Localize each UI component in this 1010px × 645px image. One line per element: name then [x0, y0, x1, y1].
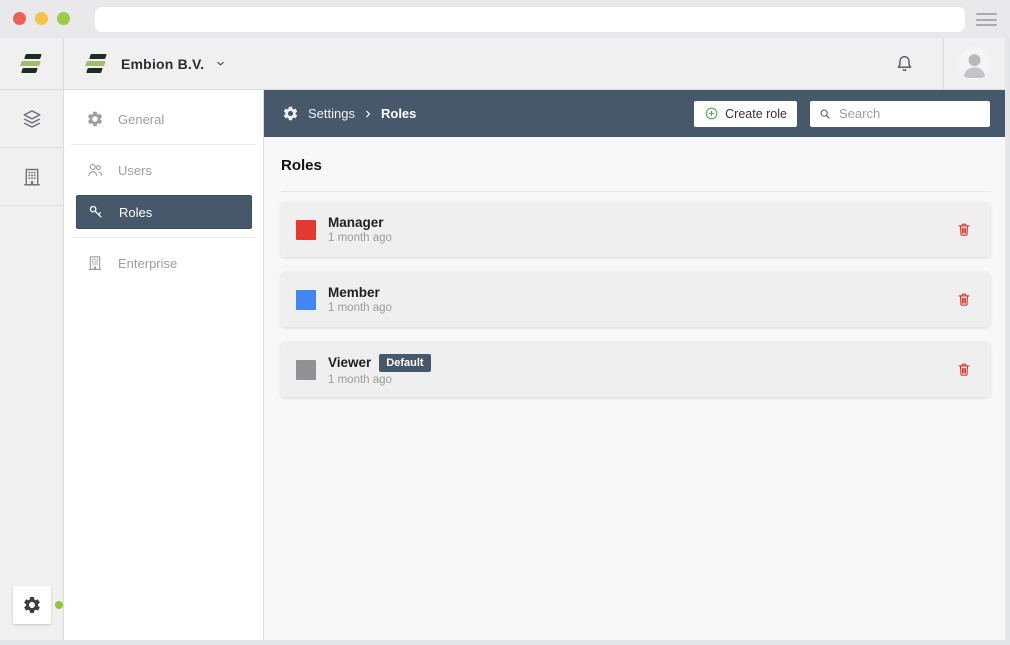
role-row-manager[interactable]: Manager 1 month ago — [281, 202, 990, 257]
notifications-button[interactable] — [894, 53, 915, 74]
close-window-button[interactable] — [13, 12, 26, 25]
sidebar-item-label: Roles — [119, 205, 152, 220]
rail-settings-button[interactable] — [13, 586, 51, 624]
role-name: Manager — [328, 215, 384, 230]
building-icon — [21, 166, 43, 188]
layers-icon — [21, 108, 43, 130]
building-icon — [86, 254, 104, 272]
gear-icon — [22, 595, 42, 615]
page-title: Roles — [281, 157, 990, 174]
sidebar-item-enterprise[interactable]: Enterprise — [76, 246, 252, 280]
chevron-right-icon — [363, 109, 373, 119]
roles-content: Roles Manager 1 month ago — [264, 137, 1005, 412]
role-color-swatch — [296, 290, 316, 310]
settings-sidebar: General Users Roles Enterprise — [64, 90, 264, 640]
role-age: 1 month ago — [328, 374, 431, 386]
sidebar-item-label: Enterprise — [118, 256, 177, 271]
main-area: Settings Roles Create role Roles — [264, 90, 1005, 640]
sidebar-item-users[interactable]: Users — [76, 153, 252, 187]
role-name: Viewer — [328, 355, 371, 370]
plus-circle-icon — [704, 106, 719, 121]
window-controls — [13, 12, 70, 25]
breadcrumb-bar: Settings Roles Create role — [264, 90, 1005, 137]
embion-logo-icon — [84, 54, 110, 73]
gear-icon — [86, 110, 104, 128]
url-bar[interactable] — [95, 7, 965, 32]
chevron-down-icon — [215, 58, 226, 69]
app-logo-cell[interactable] — [0, 38, 64, 89]
avatar[interactable] — [958, 47, 991, 80]
title-divider — [281, 191, 990, 192]
app-header: Embion B.V. — [0, 38, 1005, 90]
embion-logo-icon — [19, 54, 45, 73]
create-role-label: Create role — [725, 107, 787, 121]
sidebar-divider — [71, 144, 256, 145]
create-role-button[interactable]: Create role — [694, 101, 797, 127]
search-box — [810, 101, 990, 127]
role-row-viewer[interactable]: Viewer Default 1 month ago — [281, 342, 990, 397]
bell-icon — [894, 53, 915, 74]
role-age: 1 month ago — [328, 232, 392, 244]
roles-list: Manager 1 month ago — [281, 202, 990, 397]
role-age: 1 month ago — [328, 302, 392, 314]
default-badge: Default — [379, 354, 430, 372]
role-color-swatch — [296, 220, 316, 240]
person-icon — [958, 47, 991, 80]
breadcrumb-settings[interactable]: Settings — [308, 106, 355, 121]
minimize-window-button[interactable] — [35, 12, 48, 25]
user-menu[interactable] — [944, 47, 1005, 80]
delete-role-button[interactable] — [954, 359, 974, 380]
status-dot — [55, 601, 63, 609]
sidebar-item-label: General — [118, 112, 164, 127]
role-name: Member — [328, 285, 380, 300]
trash-icon — [956, 221, 972, 238]
rail-item-devices[interactable] — [0, 90, 63, 148]
gear-icon — [282, 105, 299, 122]
icon-rail — [0, 90, 64, 640]
browser-chrome — [0, 0, 1010, 38]
sidebar-item-general[interactable]: General — [76, 102, 252, 136]
breadcrumb-roles: Roles — [381, 106, 416, 121]
organization-name: Embion B.V. — [121, 56, 204, 72]
delete-role-button[interactable] — [954, 289, 974, 310]
sidebar-item-label: Users — [118, 163, 152, 178]
browser-menu-icon[interactable] — [976, 13, 997, 26]
trash-icon — [956, 291, 972, 308]
app-window: Embion B.V. — [0, 38, 1005, 640]
trash-icon — [956, 361, 972, 378]
search-icon — [818, 107, 832, 121]
delete-role-button[interactable] — [954, 219, 974, 240]
maximize-window-button[interactable] — [57, 12, 70, 25]
search-input[interactable] — [839, 106, 982, 121]
rail-item-enterprise[interactable] — [0, 148, 63, 206]
key-icon — [87, 203, 105, 221]
users-icon — [86, 161, 104, 179]
sidebar-divider — [71, 237, 256, 238]
sidebar-item-roles[interactable]: Roles — [76, 195, 252, 229]
role-color-swatch — [296, 360, 316, 380]
organization-switcher[interactable]: Embion B.V. — [64, 54, 226, 73]
role-row-member[interactable]: Member 1 month ago — [281, 272, 990, 327]
